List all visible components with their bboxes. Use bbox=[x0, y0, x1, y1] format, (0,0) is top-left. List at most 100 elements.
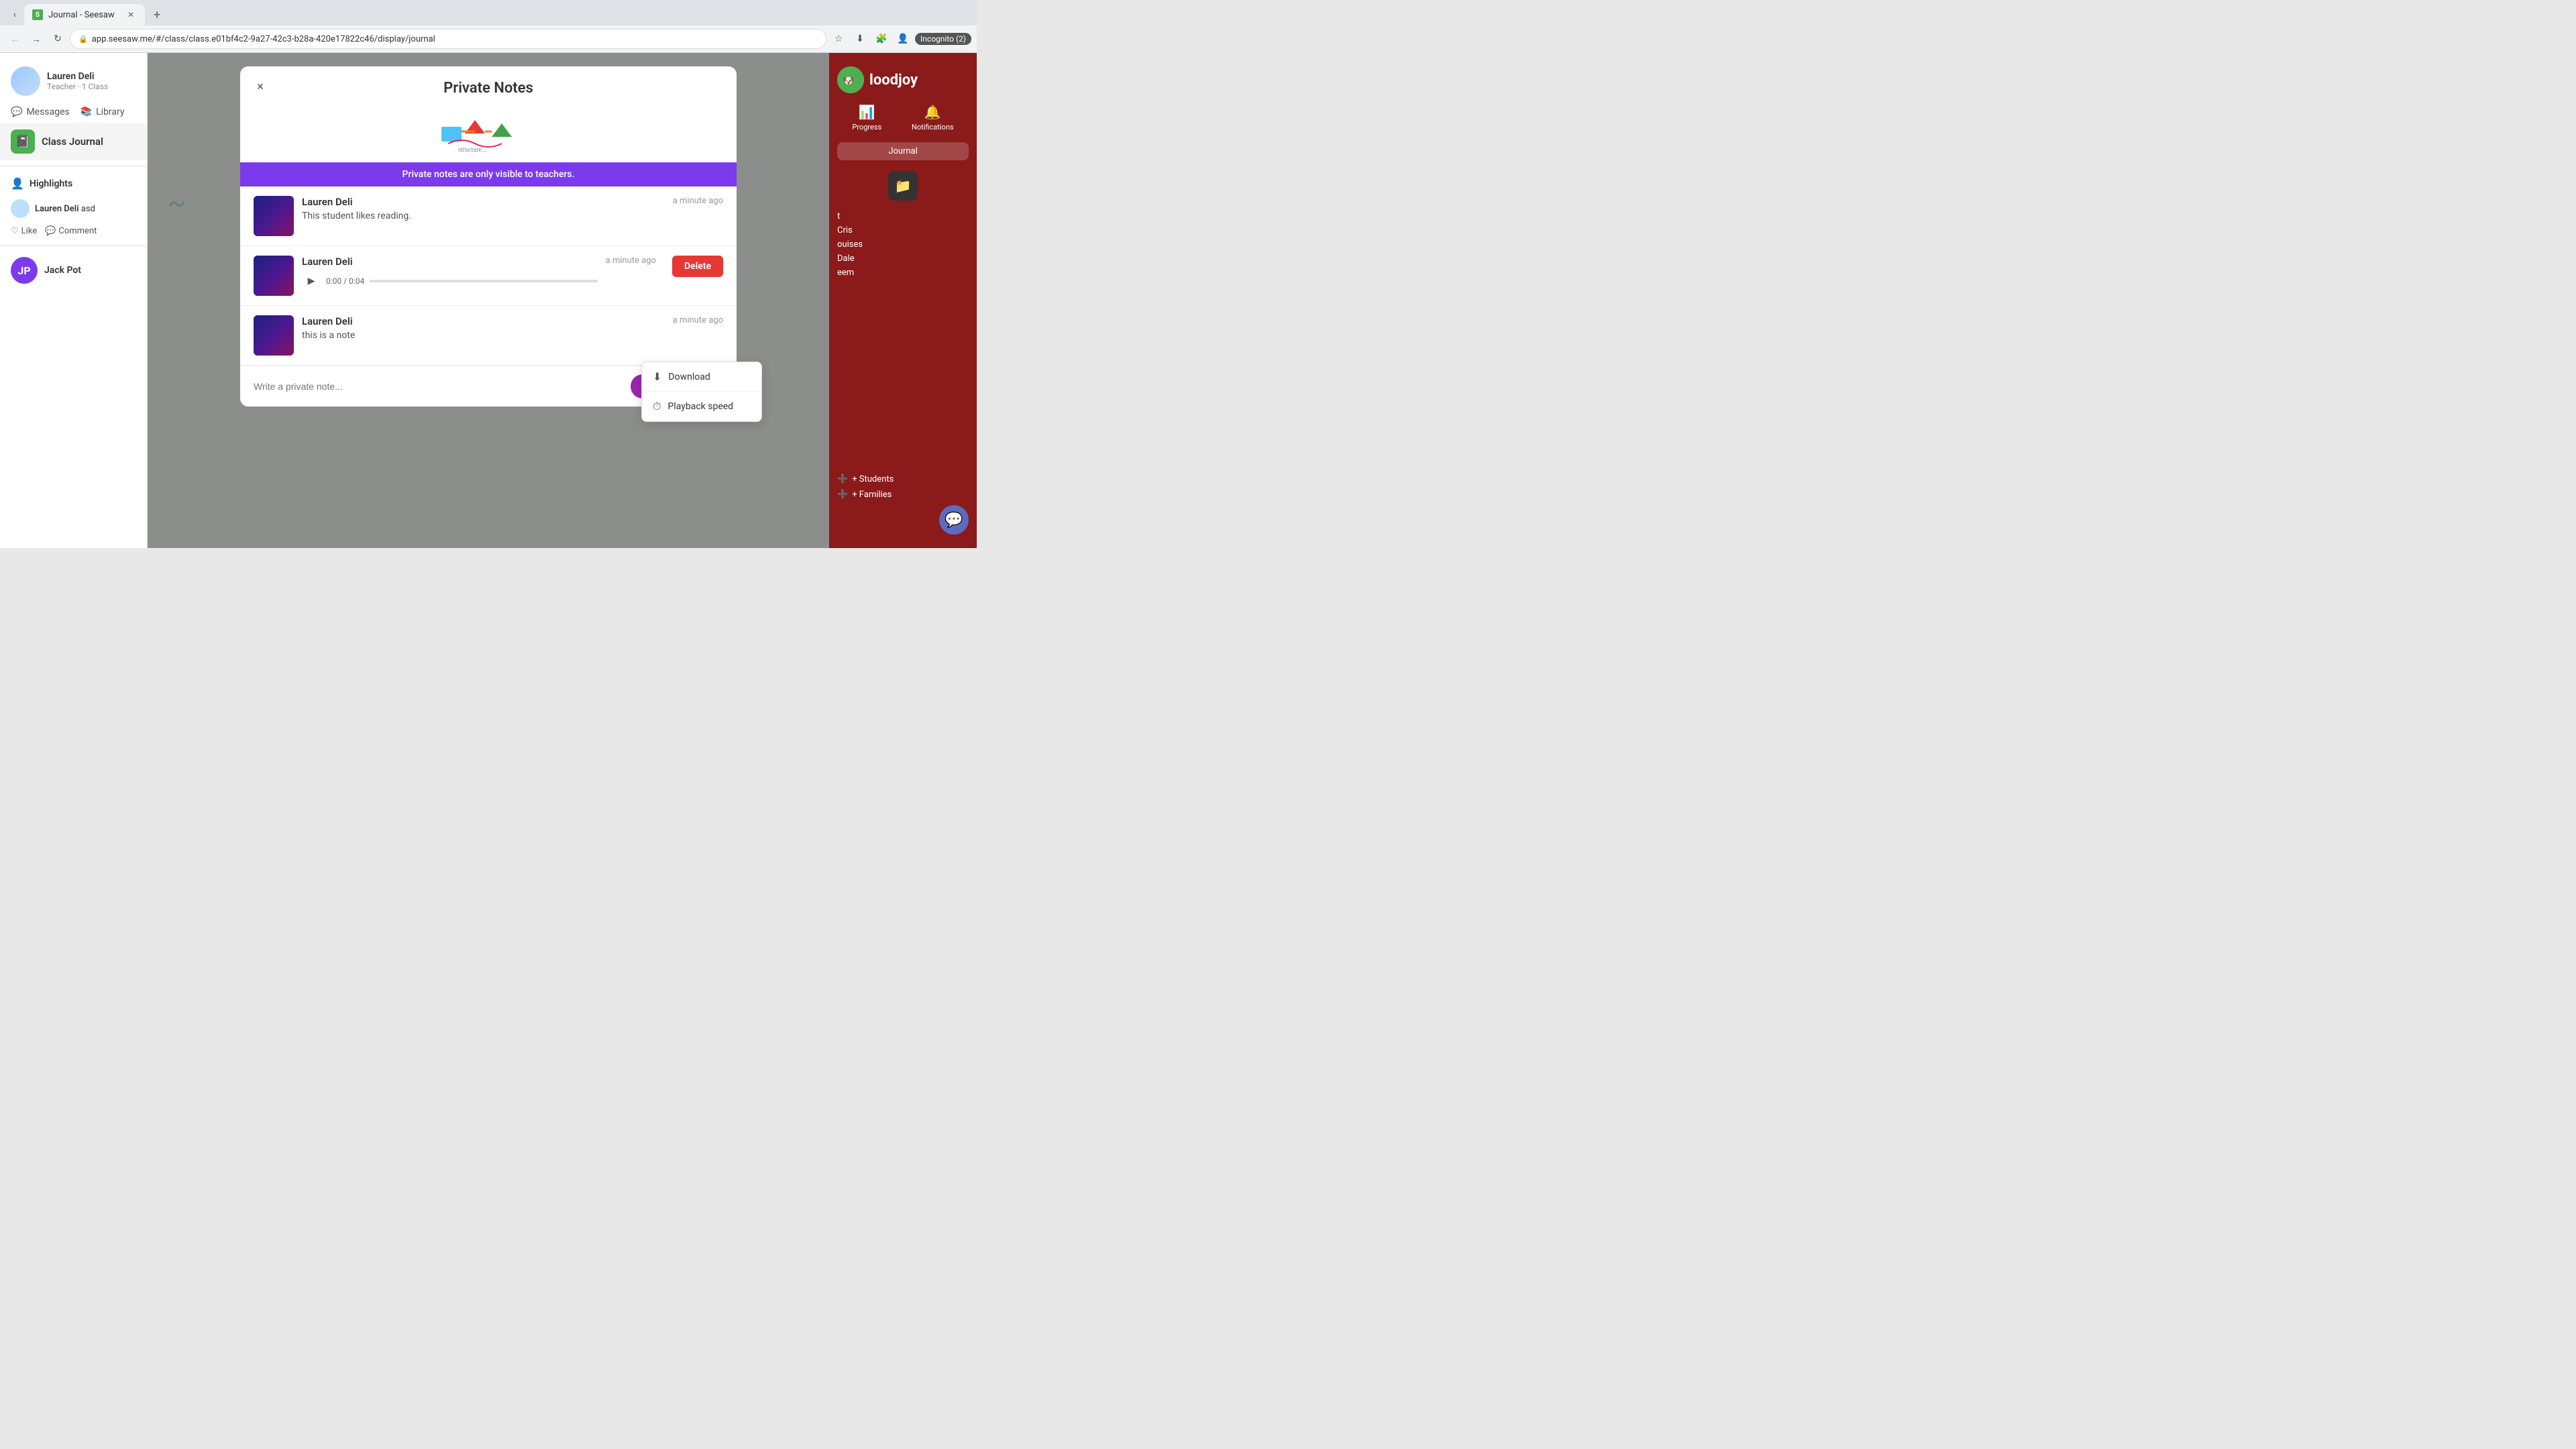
note-text-3: this is a note bbox=[302, 330, 665, 341]
note-thumb-2 bbox=[254, 256, 294, 296]
right-list-item-3[interactable]: ouises bbox=[837, 239, 969, 250]
svg-text:structure...: structure... bbox=[458, 146, 487, 154]
address-lock-icon: 🔒 bbox=[78, 35, 88, 44]
right-list: t Cris ouises Dale eem bbox=[829, 206, 977, 283]
preview-image: structure... bbox=[428, 110, 549, 157]
add-families-label: + Families bbox=[852, 490, 892, 500]
user-avatar bbox=[11, 66, 40, 96]
modal-overlay: × Private Notes str bbox=[148, 53, 829, 548]
right-list-item-4[interactable]: Dale bbox=[837, 254, 969, 264]
right-folder-btn[interactable]: 📁 bbox=[888, 171, 918, 201]
right-journal-btn[interactable]: Journal bbox=[837, 142, 969, 160]
browser-titlebar: ‹ S Journal - Seesaw ✕ + bbox=[0, 0, 977, 25]
playback-icon: ⏱ bbox=[653, 400, 661, 413]
comment-btn[interactable]: 💬 Comment bbox=[45, 226, 97, 236]
modal-body[interactable]: Lauren Deli This student likes reading. … bbox=[240, 186, 737, 366]
messages-nav-item[interactable]: 💬 Messages bbox=[11, 107, 70, 117]
profile-btn[interactable]: 👤 bbox=[894, 30, 912, 48]
like-btn[interactable]: ♡ Like bbox=[11, 226, 37, 236]
heart-icon: ♡ bbox=[11, 226, 19, 236]
add-families-btn[interactable]: ➕ + Families bbox=[837, 490, 969, 500]
add-families-icon: ➕ bbox=[837, 490, 848, 500]
chat-bubble-btn[interactable]: 💬 bbox=[939, 505, 969, 535]
browser-tab[interactable]: S Journal - Seesaw ✕ bbox=[24, 4, 145, 25]
library-label: Library bbox=[96, 107, 124, 117]
note-content-3: Lauren Deli this is a note bbox=[302, 315, 665, 341]
messages-icon: 💬 bbox=[11, 107, 22, 117]
progress-label: Progress bbox=[852, 123, 881, 131]
modal-preview: structure... bbox=[240, 105, 737, 162]
banner-text: Private notes are only visible to teache… bbox=[402, 169, 574, 180]
address-text: app.seesaw.me/#/class/class.e01bf4c2-9a2… bbox=[92, 34, 435, 44]
browser-nav: ← → ↻ 🔒 app.seesaw.me/#/class/class.e01b… bbox=[0, 25, 977, 52]
right-sidebar: 🐶 loodjoy 📊 Progress 🔔 Notifications Jou… bbox=[829, 53, 977, 548]
note-time-3: a minute ago bbox=[673, 315, 723, 325]
svg-text:🐶: 🐶 bbox=[843, 76, 854, 87]
download-icon: ⬇ bbox=[653, 370, 661, 383]
note-time-1: a minute ago bbox=[673, 196, 723, 206]
library-icon: 📚 bbox=[80, 107, 92, 117]
jack-pot-avatar: JP bbox=[11, 257, 38, 284]
nav-refresh-btn[interactable]: ↻ bbox=[48, 30, 67, 48]
add-students-btn[interactable]: ➕ + Students bbox=[837, 474, 969, 484]
note-time-2: a minute ago bbox=[606, 256, 656, 266]
progress-bar[interactable] bbox=[370, 280, 597, 282]
right-list-item-2[interactable]: Cris bbox=[837, 225, 969, 235]
class-journal-item[interactable]: 📓 Class Journal bbox=[0, 123, 147, 160]
context-menu-download[interactable]: ⬇ Download bbox=[642, 362, 761, 391]
preview-svg: structure... bbox=[428, 110, 549, 157]
left-sidebar: Lauren Deli Teacher · 1 Class 💬 Messages… bbox=[0, 53, 148, 548]
library-nav-item[interactable]: 📚 Library bbox=[80, 107, 125, 117]
action-row: ♡ Like 💬 Comment bbox=[0, 222, 147, 240]
right-nav-notifications[interactable]: 🔔 Notifications bbox=[912, 104, 954, 131]
note-thumb-1 bbox=[254, 196, 294, 236]
nav-back-btn[interactable]: ← bbox=[5, 30, 24, 48]
notifications-icon: 🔔 bbox=[924, 104, 941, 120]
highlights-icon: 👤 bbox=[11, 177, 24, 190]
add-students-icon: ➕ bbox=[837, 474, 848, 484]
user-role: Teacher · 1 Class bbox=[47, 82, 108, 91]
app-layout: Lauren Deli Teacher · 1 Class 💬 Messages… bbox=[0, 53, 977, 548]
highlights-label: Highlights bbox=[30, 178, 72, 189]
modal-close-btn[interactable]: × bbox=[251, 77, 270, 96]
incognito-badge[interactable]: Incognito (2) bbox=[915, 33, 971, 45]
right-list-item-5[interactable]: eem bbox=[837, 268, 969, 278]
private-notes-banner: Private notes are only visible to teache… bbox=[240, 162, 737, 186]
download-btn[interactable]: ⬇ bbox=[851, 30, 869, 48]
user-info: Lauren Deli Teacher · 1 Class bbox=[47, 71, 108, 91]
address-bar[interactable]: 🔒 app.seesaw.me/#/class/class.e01bf4c2-9… bbox=[70, 29, 826, 49]
browser-chrome: ‹ S Journal - Seesaw ✕ + ← → ↻ 🔒 app.see… bbox=[0, 0, 977, 53]
progress-icon: 📊 bbox=[859, 104, 875, 120]
note-item-3: Lauren Deli this is a note a minute ago bbox=[240, 306, 737, 366]
context-menu-playback[interactable]: ⏱ Playback speed bbox=[642, 392, 761, 421]
right-brand-name: loodjoy bbox=[869, 72, 918, 89]
jack-pot-initials: JP bbox=[17, 264, 30, 277]
note-item-1: Lauren Deli This student likes reading. … bbox=[240, 186, 737, 246]
top-nav-row: 💬 Messages 📚 Library bbox=[0, 101, 147, 123]
window-back-btn[interactable]: ‹ bbox=[5, 5, 24, 24]
comment-icon: 💬 bbox=[45, 226, 56, 236]
context-menu: ⬇ Download ⏱ Playback speed bbox=[641, 362, 762, 422]
user-profile: Lauren Deli Teacher · 1 Class bbox=[0, 61, 147, 101]
delete-btn[interactable]: Delete bbox=[672, 256, 723, 277]
modal-title: Private Notes bbox=[443, 80, 533, 97]
right-list-item-1[interactable]: t bbox=[837, 211, 969, 221]
jack-pot-item[interactable]: JP Jack Pot bbox=[0, 252, 147, 289]
note-content-2: Lauren Deli ▶ 0:00 / 0:04 bbox=[302, 256, 598, 290]
messages-label: Messages bbox=[26, 107, 69, 117]
tab-close-btn[interactable]: ✕ bbox=[125, 9, 137, 21]
right-nav-progress[interactable]: 📊 Progress bbox=[852, 104, 881, 131]
nav-forward-btn[interactable]: → bbox=[27, 30, 46, 48]
extensions-btn[interactable]: 🧩 bbox=[872, 30, 891, 48]
right-avatar: 🐶 bbox=[837, 66, 864, 93]
bookmark-btn[interactable]: ☆ bbox=[829, 30, 848, 48]
play-btn[interactable]: ▶ bbox=[302, 272, 321, 290]
new-tab-btn[interactable]: + bbox=[148, 5, 166, 24]
notifications-label: Notifications bbox=[912, 123, 954, 131]
tab-favicon: S bbox=[32, 9, 43, 20]
right-bottom-btns: ➕ + Students ➕ + Families 💬 bbox=[829, 469, 977, 540]
nav-actions: ☆ ⬇ 🧩 👤 Incognito (2) bbox=[829, 30, 971, 48]
write-note-input[interactable] bbox=[254, 381, 624, 392]
modal-header: × Private Notes bbox=[240, 66, 737, 105]
highlights-item[interactable]: 👤 Highlights bbox=[0, 172, 147, 195]
